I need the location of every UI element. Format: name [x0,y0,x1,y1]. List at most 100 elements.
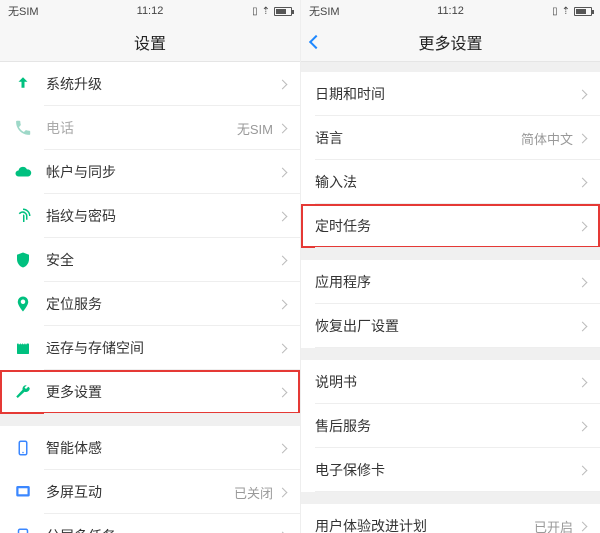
location-icon [14,295,32,313]
sim-status: 无SIM [309,3,340,19]
wifi-icon: ⇡ [262,6,270,17]
row-label: 用户体验改进计划 [315,516,534,533]
row-label: 智能体感 [46,438,279,458]
battery-icon [274,7,292,16]
cloud-icon [14,163,32,181]
multitask-icon [14,527,32,533]
list-item[interactable]: 多屏互动已关闭 [0,470,300,514]
row-label: 定位服务 [46,294,279,314]
chevron-right-icon [578,321,588,331]
list-item[interactable]: 日期和时间 [301,72,600,116]
chevron-right-icon [578,421,588,431]
list-item[interactable]: 系统升级 [0,62,300,106]
row-label: 指纹与密码 [46,206,279,226]
list-item[interactable]: 定时任务 [301,204,600,248]
list-item[interactable]: 定位服务 [0,282,300,326]
chevron-right-icon [578,521,588,531]
list-item[interactable]: 运存与存储空间 [0,326,300,370]
nav-bar: 设置 [0,22,300,62]
chevron-right-icon [278,211,288,221]
chevron-right-icon [278,443,288,453]
chevron-right-icon [278,343,288,353]
row-label: 安全 [46,250,279,270]
chevron-right-icon [278,167,288,177]
row-label: 售后服务 [315,416,579,436]
vibrate-icon: ▯ [552,6,558,17]
chevron-left-icon [309,34,323,48]
list-item[interactable]: 恢复出厂设置 [301,304,600,348]
chevron-right-icon [278,299,288,309]
page-title: 更多设置 [418,30,482,54]
list-item[interactable]: 安全 [0,238,300,282]
chevron-right-icon [278,123,288,133]
list-item[interactable]: 指纹与密码 [0,194,300,238]
row-value: 已开启 [534,517,573,533]
fingerprint-icon [14,207,32,225]
list-item[interactable]: 电子保修卡 [301,448,600,492]
row-label: 应用程序 [315,272,579,292]
more-settings-pane: 无SIM 11:12 ▯ ⇡ 更多设置 日期和时间语言简体中文输入法定时任务应用… [300,0,600,533]
page-title: 设置 [134,30,166,54]
list-item[interactable]: 应用程序 [301,260,600,304]
chevron-right-icon [278,387,288,397]
row-label: 语言 [315,128,521,148]
chevron-right-icon [578,133,588,143]
back-button[interactable] [311,22,321,61]
vibrate-icon: ▯ [252,6,258,17]
section-gap [301,248,600,260]
list-item[interactable]: 说明书 [301,360,600,404]
status-bar: 无SIM 11:12 ▯ ⇡ [301,0,600,22]
row-label: 更多设置 [46,382,279,402]
chevron-right-icon [278,79,288,89]
section-gap [301,62,600,72]
list-item[interactable]: 更多设置 [0,370,300,414]
list-item[interactable]: 用户体验改进计划已开启 [301,504,600,533]
status-bar: 无SIM 11:12 ▯ ⇡ [0,0,300,22]
row-label: 日期和时间 [315,84,579,104]
upgrade-icon [14,75,32,93]
row-label: 多屏互动 [46,482,234,502]
motion-icon [14,439,32,457]
section-gap [0,414,300,426]
nav-bar: 更多设置 [301,22,600,62]
more-settings-list: 日期和时间语言简体中文输入法定时任务应用程序恢复出厂设置说明书售后服务电子保修卡… [301,62,600,533]
chevron-right-icon [578,465,588,475]
phone-icon [14,119,32,137]
cast-icon [14,483,32,501]
settings-list: 系统升级电话无SIM 帐户与同步指纹与密码安全定位服务运存与存储空间更多设置智能体… [0,62,300,533]
chevron-right-icon [578,177,588,187]
chevron-right-icon [278,487,288,497]
row-label: 运存与存储空间 [46,338,279,358]
list-item[interactable]: 帐户与同步 [0,150,300,194]
list-item[interactable]: 输入法 [301,160,600,204]
row-value: 无SIM [237,119,273,138]
row-label: 电话 [46,118,237,138]
chevron-right-icon [578,277,588,287]
chevron-right-icon [578,89,588,99]
wifi-icon: ⇡ [562,6,570,17]
chevron-right-icon [278,255,288,265]
row-label: 定时任务 [315,216,579,236]
row-label: 恢复出厂设置 [315,316,579,336]
section-gap [301,348,600,360]
section-gap [301,492,600,504]
list-item[interactable]: 智能体感 [0,426,300,470]
row-label: 分屏多任务 [46,526,279,533]
settings-pane: 无SIM 11:12 ▯ ⇡ 设置 系统升级电话无SIM 帐户与同步指纹与密码安全… [0,0,300,533]
list-item[interactable]: 售后服务 [301,404,600,448]
chevron-right-icon [578,221,588,231]
row-label: 系统升级 [46,74,279,94]
list-item[interactable]: 语言简体中文 [301,116,600,160]
row-value: 已关闭 [234,483,273,502]
row-value: 简体中文 [521,129,573,148]
list-item[interactable]: 分屏多任务 [0,514,300,533]
storage-icon [14,339,32,357]
row-label: 帐户与同步 [46,162,279,182]
chevron-right-icon [578,377,588,387]
row-label: 电子保修卡 [315,460,579,480]
row-label: 说明书 [315,372,579,392]
list-item[interactable]: 电话无SIM [0,106,300,150]
wrench-icon [14,383,32,401]
battery-icon [574,7,592,16]
row-label: 输入法 [315,172,579,192]
